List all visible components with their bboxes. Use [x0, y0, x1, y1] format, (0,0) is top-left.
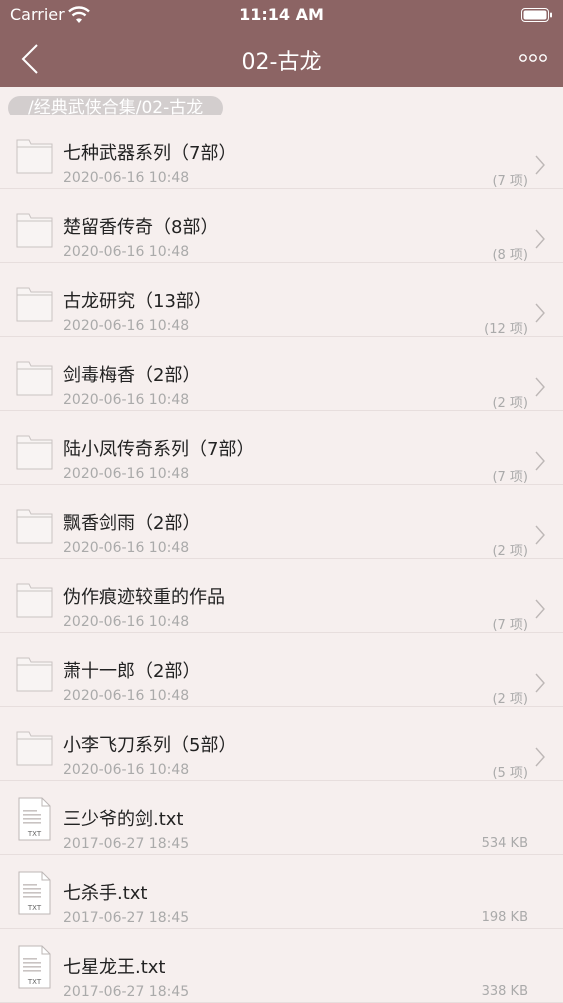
txt-file-icon: TXT	[16, 945, 53, 989]
file-ext-label: TXT	[27, 978, 42, 986]
item-date: 2020-06-16 10:48	[63, 614, 190, 630]
item-date: 2017-06-27 18:45	[63, 910, 190, 926]
battery-icon	[521, 8, 552, 22]
folder-icon	[16, 506, 53, 544]
file-size: 338 KB	[481, 984, 528, 999]
folder-row[interactable]: 古龙研究（13部） 2020-06-16 10:48 (12 项)	[0, 263, 563, 337]
folder-icon	[16, 580, 53, 618]
chevron-right-icon	[535, 673, 545, 693]
folder-row[interactable]: 小李飞刀系列（5部） 2020-06-16 10:48 (5 项)	[0, 707, 563, 781]
item-date: 2020-06-16 10:48	[63, 170, 190, 186]
item-name: 小李飞刀系列（5部）	[63, 735, 237, 756]
folder-icon	[16, 136, 53, 174]
item-date: 2020-06-16 10:48	[63, 244, 190, 260]
item-name: 七星龙王.txt	[63, 957, 166, 978]
chevron-right-icon	[535, 525, 545, 545]
item-date: 2020-06-16 10:48	[63, 762, 190, 778]
clock: 11:14 AM	[239, 5, 324, 24]
folder-row[interactable]: 陆小凤传奇系列（7部） 2020-06-16 10:48 (7 项)	[0, 411, 563, 485]
item-date: 2020-06-16 10:48	[63, 318, 190, 334]
item-date: 2017-06-27 18:45	[63, 984, 190, 1000]
item-name: 三少爷的剑.txt	[63, 809, 184, 830]
file-row[interactable]: TXT 七星龙王.txt 2017-06-27 18:45 338 KB	[0, 929, 563, 1003]
item-name: 陆小凤传奇系列（7部）	[63, 439, 255, 460]
folder-row[interactable]: 伪作痕迹较重的作品 2020-06-16 10:48 (7 项)	[0, 559, 563, 633]
folder-icon	[16, 358, 53, 396]
chevron-right-icon	[535, 229, 545, 249]
chevron-right-icon	[535, 599, 545, 619]
item-count: (12 项)	[484, 322, 528, 337]
folder-icon	[16, 210, 53, 248]
file-row[interactable]: TXT 七杀手.txt 2017-06-27 18:45 198 KB	[0, 855, 563, 929]
folder-icon	[16, 284, 53, 322]
file-ext-label: TXT	[27, 830, 42, 838]
item-date: 2020-06-16 10:48	[63, 466, 190, 482]
folder-row[interactable]: 楚留香传奇（8部） 2020-06-16 10:48 (8 项)	[0, 189, 563, 263]
status-bar: Carrier 11:14 AM	[0, 0, 563, 30]
txt-file-icon: TXT	[16, 871, 53, 915]
item-count: (8 项)	[492, 248, 528, 263]
item-name: 古龙研究（13部）	[63, 291, 212, 312]
item-date: 2020-06-16 10:48	[63, 688, 190, 704]
item-name: 伪作痕迹较重的作品	[63, 587, 225, 608]
item-name: 七种武器系列（7部）	[63, 143, 237, 164]
item-name: 七杀手.txt	[63, 883, 148, 904]
folder-row[interactable]: 剑毒梅香（2部） 2020-06-16 10:48 (2 项)	[0, 337, 563, 411]
item-count: (5 项)	[492, 766, 528, 781]
item-count: (2 项)	[492, 692, 528, 707]
navigation-bar: 02-古龙	[0, 30, 563, 87]
item-count: (7 项)	[492, 174, 528, 189]
file-row[interactable]: TXT 三少爷的剑.txt 2017-06-27 18:45 534 KB	[0, 781, 563, 855]
folder-row[interactable]: 飘香剑雨（2部） 2020-06-16 10:48 (2 项)	[0, 485, 563, 559]
chevron-right-icon	[535, 451, 545, 471]
folder-icon	[16, 728, 53, 766]
folder-icon	[16, 432, 53, 470]
item-count: (7 项)	[492, 618, 528, 633]
chevron-right-icon	[535, 155, 545, 175]
item-date: 2020-06-16 10:48	[63, 392, 190, 408]
more-icon[interactable]	[519, 53, 547, 63]
item-date: 2017-06-27 18:45	[63, 836, 190, 852]
file-ext-label: TXT	[27, 904, 42, 912]
item-count: (2 项)	[492, 396, 528, 411]
folder-icon	[16, 654, 53, 692]
file-size: 198 KB	[481, 910, 528, 925]
item-count: (2 项)	[492, 544, 528, 559]
chevron-right-icon	[535, 747, 545, 767]
item-count: (7 项)	[492, 470, 528, 485]
item-name: 萧十一郎（2部）	[63, 661, 201, 682]
file-list: 七种武器系列（7部） 2020-06-16 10:48 (7 项) 楚留香传奇（8部）…	[0, 115, 563, 1003]
folder-row[interactable]: 萧十一郎（2部） 2020-06-16 10:48 (2 项)	[0, 633, 563, 707]
txt-file-icon: TXT	[16, 797, 53, 841]
item-name: 剑毒梅香（2部）	[63, 365, 201, 386]
chevron-right-icon	[535, 303, 545, 323]
chevron-right-icon	[535, 377, 545, 397]
folder-row[interactable]: 七种武器系列（7部） 2020-06-16 10:48 (7 项)	[0, 115, 563, 189]
item-name: 飘香剑雨（2部）	[63, 513, 201, 534]
page-title: 02-古龙	[241, 50, 322, 75]
item-name: 楚留香传奇（8部）	[63, 217, 219, 238]
file-size: 534 KB	[481, 836, 528, 851]
item-date: 2020-06-16 10:48	[63, 540, 190, 556]
